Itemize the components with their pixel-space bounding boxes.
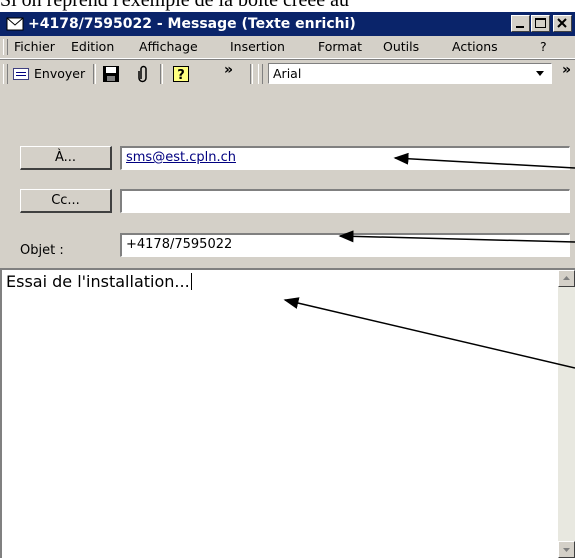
paperclip-icon (137, 65, 149, 87)
send-icon (12, 67, 30, 85)
to-button[interactable]: À... (20, 146, 112, 170)
svg-text:?: ? (177, 68, 185, 83)
menu-affichage[interactable]: Affichage (139, 39, 198, 55)
menu-edition[interactable]: Edition (71, 39, 114, 55)
cc-button[interactable]: Cc... (20, 189, 112, 213)
text-caret (190, 273, 192, 290)
toolbar-overflow-2[interactable]: » (562, 63, 571, 85)
message-window: +4178/7595022 - Message (Texte enrichi) … (0, 12, 575, 558)
document-caption: Si on reprend l'exemple de la boîte créé… (0, 0, 350, 11)
title-bar[interactable]: +4178/7595022 - Message (Texte enrichi) (0, 12, 575, 36)
menubar-grip[interactable] (3, 39, 8, 55)
help-icon: ? (172, 65, 190, 87)
toolbar-separator (250, 64, 253, 84)
toolbar-separator (160, 64, 163, 84)
toolbar-overflow[interactable]: » (224, 63, 233, 85)
menu-outils[interactable]: Outils (383, 39, 419, 55)
toolbar-separator (93, 64, 96, 84)
body-text-value: Essai de l'installation... (6, 272, 190, 291)
font-select[interactable]: Arial (268, 63, 552, 84)
subject-field[interactable]: +4178/7595022 (120, 233, 570, 257)
toolbar-grip[interactable] (3, 64, 8, 84)
font-value: Arial (273, 66, 302, 81)
close-button[interactable] (553, 15, 572, 32)
save-icon (102, 65, 120, 87)
to-value: sms@est.cpln.ch (126, 150, 236, 165)
formatting-toolbar: Envoyer ? » Arial » (0, 59, 575, 88)
menu-fichier[interactable]: Fichier (14, 39, 55, 55)
help-button[interactable]: ? (170, 63, 192, 85)
subject-label: Objet : (20, 243, 64, 258)
window-title: +4178/7595022 - Message (Texte enrichi) (28, 16, 356, 32)
cc-field[interactable] (120, 189, 570, 213)
minimize-button[interactable] (511, 15, 530, 32)
message-body[interactable]: Essai de l'installation... (0, 268, 575, 558)
maximize-button[interactable] (531, 15, 550, 32)
body-text: Essai de l'installation... (6, 272, 192, 291)
to-field[interactable]: sms@est.cpln.ch (120, 146, 570, 170)
attach-button[interactable] (134, 63, 152, 85)
vertical-scrollbar[interactable] (558, 270, 575, 558)
scroll-down-button[interactable] (558, 541, 575, 558)
menu-actions[interactable]: Actions (452, 39, 498, 55)
menu-format[interactable]: Format (318, 39, 362, 55)
send-label: Envoyer (34, 66, 86, 81)
dropdown-arrow-icon[interactable] (535, 66, 545, 80)
menu-bar: Fichier Edition Affichage Insertion Form… (0, 36, 575, 59)
menu-insertion[interactable]: Insertion (230, 39, 285, 55)
menu-help[interactable]: ? (540, 39, 547, 55)
save-button[interactable] (100, 63, 122, 85)
toolbar-grip-2[interactable] (258, 64, 263, 84)
send-button[interactable]: Envoyer (10, 63, 92, 85)
scroll-up-button[interactable] (558, 270, 575, 287)
envelope-icon (6, 16, 24, 32)
